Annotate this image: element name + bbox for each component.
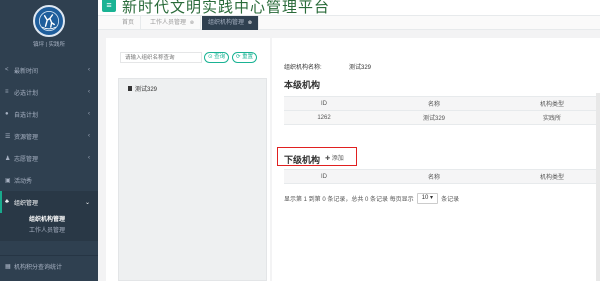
pager-prefix: 显示第 1 到第 0 条记录，总共 0 条记录 每页显示 <box>284 197 414 203</box>
chevron-down-icon: ⌄ <box>84 199 90 206</box>
sidebar-item-label: 组织管理 <box>14 200 39 207</box>
org-name-value: 测试329 <box>349 65 372 71</box>
tree-node[interactable]: 测试329 <box>128 84 157 93</box>
tree-node-label: 测试329 <box>135 87 158 93</box>
plus-icon: ✚ <box>325 156 331 162</box>
tab-home[interactable]: 首页 <box>116 16 142 30</box>
search-icon: ⊙ <box>208 54 213 60</box>
sidebar-subitem-org-structure[interactable]: 组织机构管理 <box>0 215 98 226</box>
org-name-label: 组织机构名称: <box>284 65 322 71</box>
sidebar-item-label: 机构积分查询统计 <box>14 265 63 271</box>
tab-label: 首页 <box>122 20 135 26</box>
sidebar-item-latest[interactable]: < 最新时间 ‹ <box>0 59 98 81</box>
search-button-label: 查询 <box>214 54 226 60</box>
hamburger-icon[interactable]: ≡ <box>102 0 116 12</box>
org-tree-panel: ⊙ 查询 ⟳ 重置 测试329 <box>106 38 270 281</box>
close-icon[interactable]: ⊗ <box>248 20 252 26</box>
column-header: ID <box>284 169 364 184</box>
search-button[interactable]: ⊙ 查询 <box>204 52 230 63</box>
sub-org-table: ID 名称 机构类型 <box>284 169 600 184</box>
tabs-bar: 首页 工作人员管理 ⊗ 组织机构管理 ⊗ <box>98 16 600 30</box>
users-icon: ♣ <box>5 199 9 205</box>
sidebar-item-label: 资源管理 <box>14 134 39 141</box>
tab-label: 组织机构管理 <box>208 20 245 26</box>
sidebar-item-label: 自选计划 <box>14 112 39 119</box>
close-icon[interactable]: ⊗ <box>190 20 194 26</box>
refresh-icon: ⟳ <box>236 54 241 60</box>
cell-id: 1262 <box>284 110 364 125</box>
list-icon: ☰ <box>5 133 11 140</box>
table-row[interactable]: 1262 测试329 实践所 <box>284 110 600 125</box>
sidebar-item-org-management[interactable]: ♣ 组织管理 ⌄ <box>0 191 98 213</box>
sidebar-item-label: 最新时间 <box>14 68 39 75</box>
sidebar-item-label: 必选计划 <box>14 90 39 97</box>
tab-staff[interactable]: 工作人员管理 ⊗ <box>144 16 201 30</box>
bars-icon: ≡ <box>5 89 9 95</box>
vertical-scrollbar[interactable] <box>596 93 600 281</box>
sidebar-item-optional-plan[interactable]: ● 自选计划 ‹ <box>0 103 98 125</box>
cell-name: 测试329 <box>364 110 504 125</box>
sidebar: 镇坪 | 实践所 < 最新时间 ‹ ≡ 必选计划 ‹ ● 自选计划 ‹ ☰ 资源… <box>0 0 98 281</box>
profile: 镇坪 | 实践所 <box>0 0 98 59</box>
globe-icon: ● <box>5 111 9 117</box>
org-tree: 测试329 <box>118 78 267 281</box>
chevron-left-icon: ‹ <box>88 133 90 139</box>
sidebar-subitem-staff[interactable]: 工作人员管理 <box>0 226 98 237</box>
page-size-value: 10 <box>421 195 429 201</box>
chevron-left-icon: ‹ <box>88 155 90 161</box>
column-header: 机构类型 <box>504 96 600 111</box>
chevron-left-icon: ‹ <box>88 67 90 73</box>
add-sub-org-button[interactable]: ✚ 添加 <box>325 153 344 162</box>
tab-org-structure[interactable]: 组织机构管理 ⊗ <box>202 16 259 30</box>
cell-type: 实践所 <box>504 110 600 125</box>
current-org-title: 本级机构 <box>284 80 321 90</box>
image-icon: ▣ <box>5 177 11 184</box>
reset-button[interactable]: ⟳ 重置 <box>232 52 258 63</box>
current-org-table: ID 名称 机构类型 1262 测试329 实践所 <box>284 96 600 125</box>
sidebar-item-label: 活动秀 <box>14 178 33 185</box>
share-icon: < <box>5 67 9 73</box>
table-icon: ▦ <box>5 264 11 270</box>
sidebar-item-activity-show[interactable]: ▣ 活动秀 <box>0 169 98 191</box>
sidebar-subnav: 组织机构管理 工作人员管理 <box>0 213 98 241</box>
sidebar-item-label: 志愿管理 <box>14 156 39 163</box>
page-size-select[interactable]: 10 ▾ <box>416 193 439 204</box>
file-icon <box>128 86 132 91</box>
caret-down-icon: ▾ <box>430 195 434 201</box>
pager-suffix: 条记录 <box>441 197 460 203</box>
tab-label: 工作人员管理 <box>150 20 187 26</box>
org-search-input[interactable] <box>120 52 202 63</box>
app-title: 新时代文明实践中心管理平台 <box>122 0 331 16</box>
chevron-left-icon: ‹ <box>88 89 90 95</box>
reset-button-label: 重置 <box>242 54 254 60</box>
column-header: 名称 <box>364 96 504 111</box>
deer-emblem-icon <box>33 5 65 37</box>
highlight-box <box>277 147 357 166</box>
column-header: 名称 <box>364 169 504 184</box>
sidebar-item-volunteers[interactable]: ♟ 志愿管理 ‹ <box>0 147 98 169</box>
column-header: ID <box>284 96 364 111</box>
chevron-left-icon: ‹ <box>88 111 90 117</box>
profile-name: 镇坪 | 实践所 <box>33 42 65 48</box>
column-header: 机构类型 <box>504 169 600 184</box>
user-icon: ♟ <box>5 155 11 162</box>
sidebar-item-points-stats[interactable]: ▦ 机构积分查询统计 <box>0 255 98 277</box>
top-header: ≡ 新时代文明实践中心管理平台 <box>98 0 600 16</box>
add-sub-org-label: 添加 <box>331 156 344 162</box>
sidebar-item-required-plan[interactable]: ≡ 必选计划 ‹ <box>0 81 98 103</box>
sidebar-item-resources[interactable]: ☰ 资源管理 ‹ <box>0 125 98 147</box>
pagination-info: 显示第 1 到第 0 条记录，总共 0 条记录 每页显示 10 ▾ 条记录 <box>284 193 459 204</box>
